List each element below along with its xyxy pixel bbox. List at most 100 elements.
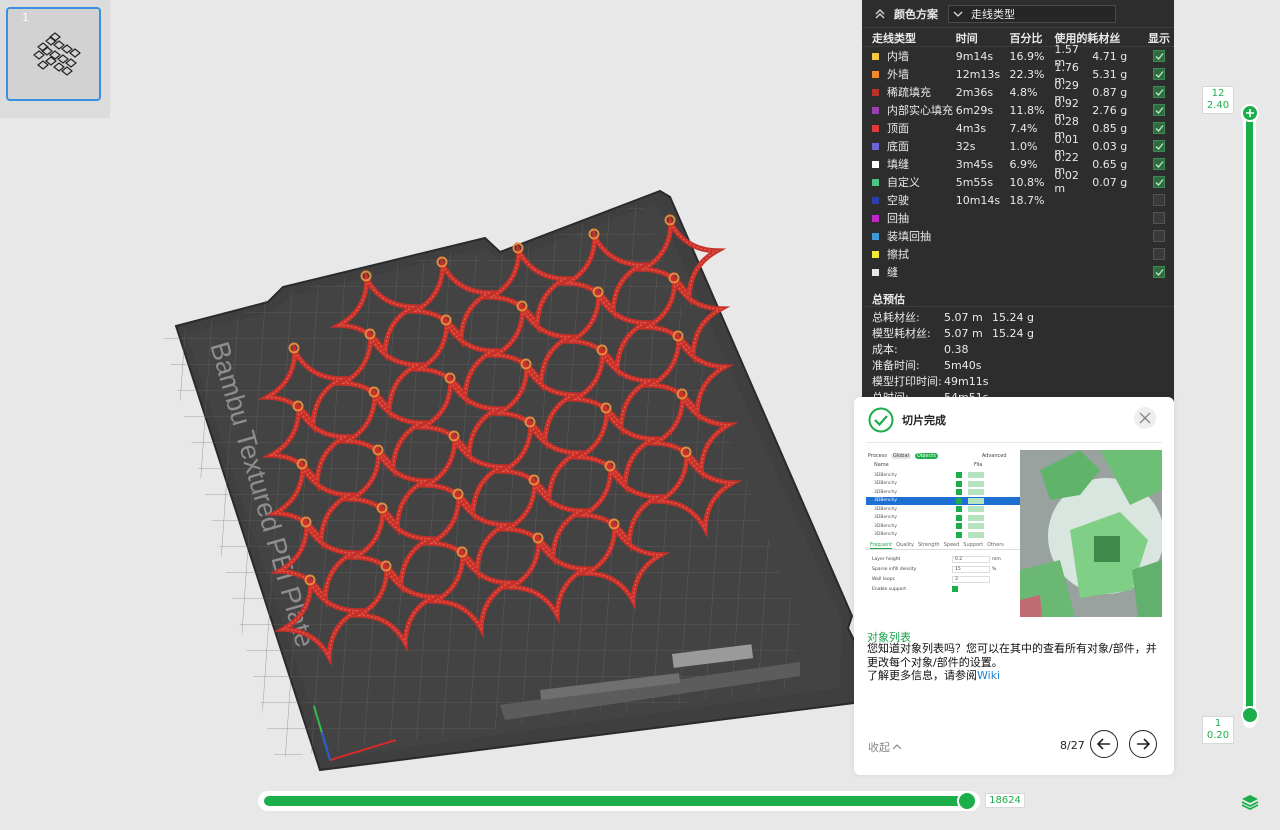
show-checkbox[interactable]: [1153, 104, 1166, 116]
divider: [866, 442, 1162, 443]
tip-body-text: 您知道对象列表吗？您可以在其中的查看所有对象/部件，并更改每个对象/部件的设置。: [867, 642, 1157, 669]
object-list-preview: Process Global Objects Advanced Name Fil…: [866, 450, 1020, 617]
preview-tab-process: Process: [868, 453, 887, 459]
chevron-up-icon: [892, 744, 902, 750]
previous-tip-button[interactable]: [1090, 730, 1118, 758]
preview-settings-tab: Strength: [917, 542, 940, 548]
layer-slider-range: [1246, 112, 1253, 716]
preview-tab-global: Global: [890, 453, 911, 459]
top-layer-handle[interactable]: [1241, 104, 1259, 122]
move-slider-handle[interactable]: [957, 791, 977, 811]
summary-value: 0.38: [944, 342, 969, 356]
bottom-layer-label: 1 0.20: [1202, 716, 1234, 744]
show-checkbox[interactable]: [1153, 266, 1166, 278]
show-checkbox[interactable]: [1153, 194, 1166, 206]
preview-settings-tab: Speed: [943, 542, 960, 548]
summary-value: 5.07 m: [944, 326, 983, 340]
slice-complete-notification: 切片完成 Process Global Objects Advanced Nam…: [854, 397, 1174, 775]
preview-object-name: 3DBenchy: [874, 481, 898, 487]
color-scheme-label: 颜色方案: [894, 7, 938, 21]
preview-object-name: 3DBenchy: [874, 472, 898, 478]
feature-weight: 4.71 g: [1092, 49, 1128, 63]
show-checkbox[interactable]: [1153, 248, 1166, 260]
preview-checkbox: [956, 523, 962, 530]
feature-percent: 22.3%: [1009, 67, 1045, 81]
feature-label: 外墙: [887, 68, 909, 81]
preview-param-row: Sparse infill density 15%: [866, 564, 1020, 574]
preview-checkbox: [956, 531, 962, 538]
col-percent: 百分比: [1009, 31, 1043, 45]
move-slider-range: [264, 796, 966, 806]
preview-param-name: Enable support: [872, 586, 907, 592]
feature-percent: 4.8%: [1009, 85, 1038, 99]
plate-thumbnail-image: [33, 32, 81, 76]
preview-filament-chip: [968, 472, 984, 479]
summary-key: 模型打印时间:: [872, 375, 942, 388]
preview-object-name: 3DBenchy: [874, 489, 898, 495]
feature-row: 自定义 5m55s 10.8% 0.02 m 0.07 g: [862, 169, 1174, 195]
summary-key: 模型耗材丝:: [872, 327, 931, 340]
summary-row: 模型耗材丝: 5.07 m 15.24 g: [862, 325, 1174, 341]
plate-thumbnail[interactable]: 1: [6, 7, 101, 101]
collapse-icon[interactable]: [872, 6, 888, 22]
tip-more-text: 了解更多信息，请参阅: [867, 669, 977, 682]
feature-row: 空驶 10m14s 18.7%: [862, 191, 1174, 209]
preview-param-name: Sparse infill density: [872, 566, 917, 572]
summary-row: 准备时间: 5m40s: [862, 357, 1174, 373]
top-layer-height: 2.40: [1206, 100, 1230, 111]
preview-object-name: 3DBenchy: [874, 498, 898, 504]
next-tip-button[interactable]: [1129, 730, 1157, 758]
layers-icon[interactable]: [1240, 792, 1260, 812]
feature-row: 填缝 3m45s 6.9% 0.22 m 0.65 g: [862, 151, 1174, 177]
summary-row: 成本: 0.38: [862, 341, 1174, 357]
color-swatch: [872, 196, 879, 204]
feature-label: 稀疏填充: [887, 86, 931, 99]
preview-filament-chip: [968, 531, 984, 538]
benchy-render: [1020, 450, 1162, 617]
feature-label: 顶面: [887, 122, 909, 135]
preview-params: Layer height 0.2 mm Sparse infill density 15…: [866, 554, 1020, 594]
show-checkbox[interactable]: [1153, 50, 1166, 62]
color-scheme-dropdown[interactable]: 走线类型: [948, 4, 1116, 23]
feature-time: 2m36s: [955, 85, 994, 99]
show-checkbox[interactable]: [1153, 212, 1166, 224]
slice-statistics-panel: 颜色方案 走线类型 走线类型 时间 百分比 使用的耗材丝 显示 内墙 9m14s 1…: [862, 0, 1174, 408]
preview-settings-tab: Others: [987, 542, 1004, 548]
feature-time: 6m29s: [955, 103, 994, 117]
preview-filament-chip: [968, 497, 984, 504]
tip-page-indicator: 8/27: [1060, 739, 1085, 752]
feature-row: 擦拭: [862, 245, 1174, 263]
feature-percent: 7.4%: [1009, 121, 1038, 135]
feature-percent: 16.9%: [1009, 49, 1045, 63]
fold-button[interactable]: 收起: [868, 739, 902, 755]
preview-col-name: Name: [874, 462, 889, 468]
show-checkbox[interactable]: [1153, 86, 1166, 98]
preview-object-row: 3DBenchy: [866, 480, 1020, 489]
show-checkbox[interactable]: [1153, 176, 1166, 188]
show-checkbox[interactable]: [1153, 140, 1166, 152]
color-scheme-header: 颜色方案 走线类型: [862, 0, 1174, 28]
arrow-left-icon: [1096, 738, 1110, 750]
show-checkbox[interactable]: [1153, 122, 1166, 134]
tip-illustration: Process Global Objects Advanced Name Fil…: [866, 450, 1162, 617]
preview-param-value: 15: [952, 565, 990, 573]
summary-row: 模型打印时间: 49m11s: [862, 373, 1174, 389]
feature-row: 缝: [862, 263, 1174, 281]
feature-label: 回抽: [887, 212, 909, 225]
show-checkbox[interactable]: [1153, 68, 1166, 80]
feature-time: 4m3s: [955, 121, 987, 135]
checkmark-icon: [1155, 88, 1164, 96]
summary-key: 准备时间:: [872, 359, 920, 372]
bottom-layer-handle[interactable]: [1241, 706, 1259, 724]
preview-checkbox: [952, 586, 958, 592]
preview-param-row: Wall loops 3: [866, 574, 1020, 584]
show-checkbox[interactable]: [1153, 230, 1166, 242]
wiki-link[interactable]: Wiki: [977, 669, 1000, 682]
close-button[interactable]: [1134, 407, 1156, 429]
show-checkbox[interactable]: [1153, 158, 1166, 170]
preview-object-name: 3DBenchy: [874, 506, 898, 512]
preview-object-row: 3DBenchy: [866, 496, 1020, 505]
feature-time: 5m55s: [955, 175, 994, 189]
preview-object-name: 3DBenchy: [874, 532, 898, 538]
preview-object-row: 3DBenchy: [866, 522, 1020, 531]
